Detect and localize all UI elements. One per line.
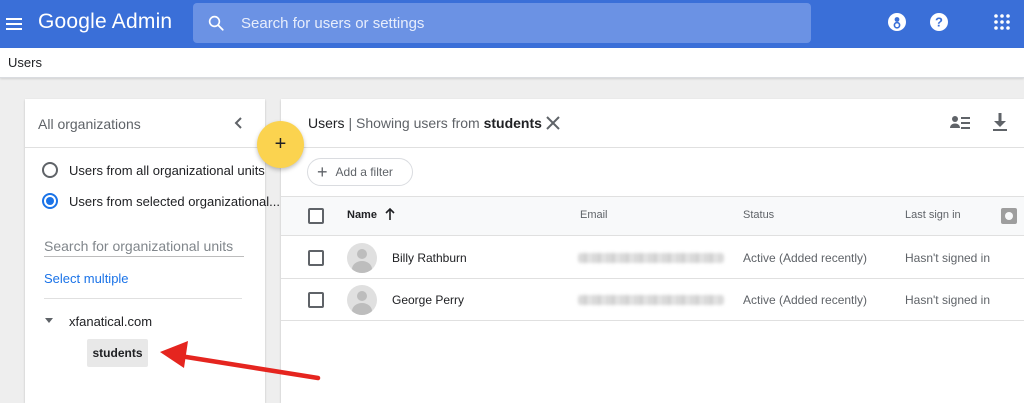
- radio-selected-label: Users from selected organizational...: [69, 193, 280, 209]
- add-filter-button[interactable]: + Add a filter: [307, 158, 413, 186]
- user-name[interactable]: George Perry: [392, 293, 464, 307]
- search-input[interactable]: [241, 3, 801, 43]
- title-unit: students: [483, 115, 542, 131]
- add-fab-button[interactable]: +: [257, 121, 304, 168]
- radio-button-checked[interactable]: [42, 193, 58, 209]
- user-status: Active (Added recently): [743, 251, 868, 265]
- plus-icon: +: [317, 162, 328, 182]
- panel-title: All organizations: [38, 116, 141, 132]
- table-header: Name Email Status Last sign in: [281, 196, 1024, 236]
- tree-item-students[interactable]: students: [87, 339, 148, 367]
- radio-all-units[interactable]: Users from all organizational units: [42, 162, 265, 178]
- avatar: [347, 243, 377, 273]
- avatar: [347, 285, 377, 315]
- users-title: Users | Showing users from students: [308, 115, 542, 131]
- search-icon: [208, 15, 224, 31]
- column-email[interactable]: Email: [580, 209, 608, 221]
- radio-all-label: Users from all organizational units: [69, 162, 265, 178]
- org-search-input[interactable]: [44, 235, 244, 257]
- user-list-icon[interactable]: [949, 113, 971, 133]
- search-box[interactable]: [193, 3, 811, 43]
- table-row[interactable]: Billy Rathburn Active (Added recently) H…: [281, 237, 1024, 279]
- divider: [44, 298, 242, 299]
- app-brand[interactable]: Google Admin: [38, 10, 172, 34]
- chevron-left-icon[interactable]: [229, 113, 249, 133]
- tree-item-domain[interactable]: xfanatical.com: [69, 314, 152, 329]
- radio-selected-units[interactable]: Users from selected organizational...: [42, 193, 280, 209]
- user-last-sign-in: Hasn't signed in: [905, 251, 991, 265]
- email-redacted: [578, 253, 724, 263]
- row-checkbox[interactable]: [308, 292, 324, 308]
- breadcrumb-users[interactable]: Users: [8, 55, 42, 70]
- column-name[interactable]: Name: [347, 209, 377, 221]
- help-icon[interactable]: ?: [929, 12, 949, 32]
- add-filter-label: Add a filter: [335, 165, 393, 179]
- radio-button[interactable]: [42, 162, 58, 178]
- organizations-panel: All organizations Users from all organiz…: [25, 99, 280, 403]
- user-status: Active (Added recently): [743, 293, 868, 307]
- sort-arrow-up-icon[interactable]: [384, 207, 396, 221]
- row-checkbox[interactable]: [308, 250, 324, 266]
- breadcrumb: Users: [0, 48, 1024, 78]
- divider: [25, 147, 265, 148]
- select-all-checkbox[interactable]: [308, 208, 324, 224]
- top-app-bar: Google Admin ?: [0, 0, 1024, 48]
- apps-grid-icon[interactable]: [992, 12, 1012, 32]
- title-users: Users: [308, 115, 345, 131]
- column-settings-gear-icon[interactable]: [1001, 208, 1017, 224]
- table-row[interactable]: George Perry Active (Added recently) Has…: [281, 279, 1024, 321]
- menu-icon[interactable]: [6, 12, 24, 36]
- user-name[interactable]: Billy Rathburn: [392, 251, 467, 265]
- caret-down-icon[interactable]: [45, 318, 53, 323]
- user-last-sign-in: Hasn't signed in: [905, 293, 991, 307]
- admin-support-icon[interactable]: [887, 12, 907, 32]
- divider: [281, 147, 1024, 148]
- svg-text:?: ?: [935, 15, 943, 30]
- select-multiple-link[interactable]: Select multiple: [44, 271, 129, 286]
- download-icon[interactable]: [990, 111, 1010, 133]
- email-redacted: [578, 295, 724, 305]
- column-status[interactable]: Status: [743, 209, 774, 221]
- close-icon[interactable]: [543, 113, 563, 133]
- users-panel: Users | Showing users from students + Ad…: [281, 99, 1024, 403]
- column-last-sign-in[interactable]: Last sign in: [905, 209, 961, 221]
- title-middle: | Showing users from: [344, 115, 484, 131]
